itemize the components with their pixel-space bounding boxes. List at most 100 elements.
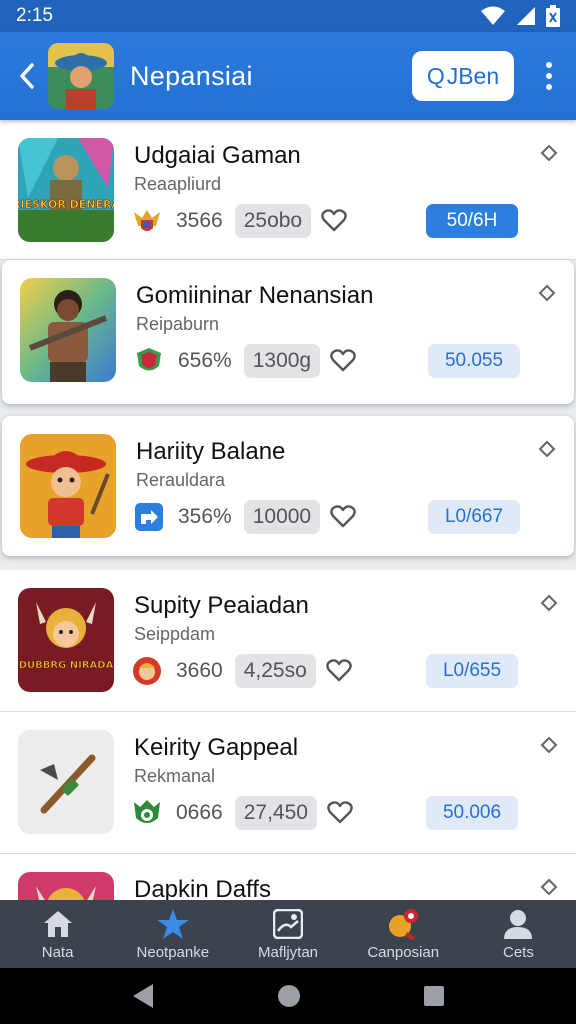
nav-item-neotpanke[interactable]: Neotpanke: [115, 900, 230, 968]
stats-row: 0666 27,450: [132, 796, 353, 830]
app-thumbnail: RIESKOR DENERA: [18, 138, 114, 242]
arrow-badge-icon: [134, 502, 164, 532]
score-chip: 1300g: [243, 344, 321, 378]
price-button[interactable]: L0/655: [426, 654, 518, 688]
system-back-icon[interactable]: [131, 983, 155, 1009]
nav-item-canposian[interactable]: Canposian: [346, 900, 461, 968]
app-name: Udgaiai Gaman: [134, 142, 301, 169]
system-home-icon[interactable]: [277, 984, 301, 1008]
shield-badge-icon: [134, 346, 164, 376]
favorite-button[interactable]: [330, 505, 356, 529]
nav-item-nata[interactable]: Nata: [0, 900, 115, 968]
leaf-badge-icon: [132, 798, 162, 828]
diamond-icon[interactable]: [540, 594, 558, 612]
more-dot-icon: [546, 62, 552, 68]
more-options-button[interactable]: [534, 56, 564, 96]
app-subtitle: Seippdam: [134, 624, 216, 644]
diamond-icon[interactable]: [538, 284, 556, 302]
search-button[interactable]: Q JBen: [412, 51, 514, 101]
player-count: 3660: [176, 659, 223, 682]
app-name: Hariity Balane: [136, 438, 286, 465]
ping-pong-icon: [386, 908, 420, 940]
list-item[interactable]: Hariity Balane Rerauldara 356% 10000 L0/…: [2, 416, 574, 556]
player-count: 356%: [178, 505, 232, 528]
price-button[interactable]: 50.055: [428, 344, 520, 378]
search-icon: Q: [426, 62, 445, 89]
nav-label: Canposian: [367, 943, 440, 961]
status-bar: 2:15: [0, 0, 576, 32]
app-thumbnail: [20, 434, 116, 538]
list-item[interactable]: Keirity Gappeal Rekmanal 0666 27,450 50.…: [0, 712, 576, 854]
stats-row: 3660 4,25so: [132, 654, 352, 688]
battery-icon: [546, 5, 560, 27]
favorite-button[interactable]: [321, 209, 347, 233]
diamond-icon[interactable]: [540, 878, 558, 896]
diamond-icon[interactable]: [538, 440, 556, 458]
app-avatar: [48, 43, 114, 109]
player-count: 3566: [176, 209, 223, 232]
search-label: JBen: [446, 62, 500, 89]
home-icon: [41, 908, 75, 940]
diamond-icon[interactable]: [540, 736, 558, 754]
thumbnail-title: DUBBRG NIRADA: [19, 660, 114, 671]
heart-icon: [321, 209, 347, 232]
status-time: 2:15: [16, 5, 53, 26]
app-subtitle: Reipaburn: [136, 314, 220, 334]
app-thumbnail: [20, 278, 116, 382]
back-button[interactable]: [12, 56, 42, 96]
nav-item-cets[interactable]: Cets: [461, 900, 576, 968]
app-subtitle: Rerauldara: [136, 470, 226, 490]
score-chip: 4,25so: [234, 654, 316, 688]
favorite-button[interactable]: [325, 659, 352, 683]
more-dot-icon: [546, 73, 552, 79]
app-name: Supity Peaiadan: [134, 592, 309, 619]
nav-label: Neotpanke: [136, 943, 210, 961]
back-arrow-icon: [20, 63, 34, 89]
nav-item-mafljytan[interactable]: Mafljytan: [230, 900, 345, 968]
nav-label: Nata: [41, 943, 74, 961]
app-name: Gomiininar Nenansian: [136, 282, 374, 309]
stats-row: 3566 25obo: [132, 204, 347, 238]
app-thumbnail: [18, 872, 114, 900]
favorite-button[interactable]: [327, 801, 353, 825]
score-chip: 27,450: [234, 796, 317, 830]
player-count: 656%: [178, 349, 232, 372]
app-name: Keirity Gappeal: [134, 734, 299, 761]
price-button[interactable]: L0/667: [428, 500, 520, 534]
heart-icon: [330, 505, 356, 528]
thumbnail-title: RIESKOR DENERA: [18, 198, 114, 211]
app-subtitle: Reaapliurd: [134, 174, 222, 194]
star-icon: [156, 908, 190, 940]
nav-label: Cets: [502, 943, 534, 961]
stats-row: 356% 10000: [134, 500, 356, 534]
app-thumbnail: DUBBRG NIRADA: [18, 588, 114, 692]
diamond-icon[interactable]: [540, 144, 558, 162]
price-button[interactable]: 50/6H: [426, 204, 518, 238]
app-title: Nepansiai: [130, 60, 253, 91]
winged-shield-badge-icon: [132, 206, 162, 236]
signal-icon: [517, 7, 535, 25]
list-item[interactable]: Gomiininar Nenansian Reipaburn 656% 1300…: [2, 260, 574, 404]
image-icon: [271, 908, 305, 940]
system-navigation-bar: [0, 968, 576, 1024]
score-chip: 25obo: [234, 204, 312, 238]
app-thumbnail: [18, 730, 114, 834]
face-badge-icon: [132, 656, 162, 686]
player-count: 0666: [176, 801, 223, 824]
heart-icon: [325, 659, 352, 682]
bottom-navigation: Nata Neotpanke Mafljytan Canposian Cets: [0, 900, 576, 968]
heart-icon: [327, 801, 353, 824]
list-item[interactable]: RIESKOR DENERA Udgaiai Gaman Reaapliurd …: [0, 120, 576, 260]
favorite-button[interactable]: [330, 349, 356, 373]
status-icons: [480, 5, 560, 27]
list-item[interactable]: DUBBRG NIRADA Supity Peaiadan Seippdam 3…: [0, 570, 576, 712]
list-item[interactable]: Dapkin Daffs: [0, 854, 576, 900]
app-name: Dapkin Daffs: [134, 876, 271, 900]
more-dot-icon: [546, 84, 552, 90]
system-recents-icon[interactable]: [423, 985, 445, 1007]
person-icon: [501, 908, 535, 940]
price-button[interactable]: 50.006: [426, 796, 518, 830]
stats-row: 656% 1300g: [134, 344, 356, 378]
heart-icon: [330, 349, 356, 372]
score-chip: 10000: [243, 500, 321, 534]
